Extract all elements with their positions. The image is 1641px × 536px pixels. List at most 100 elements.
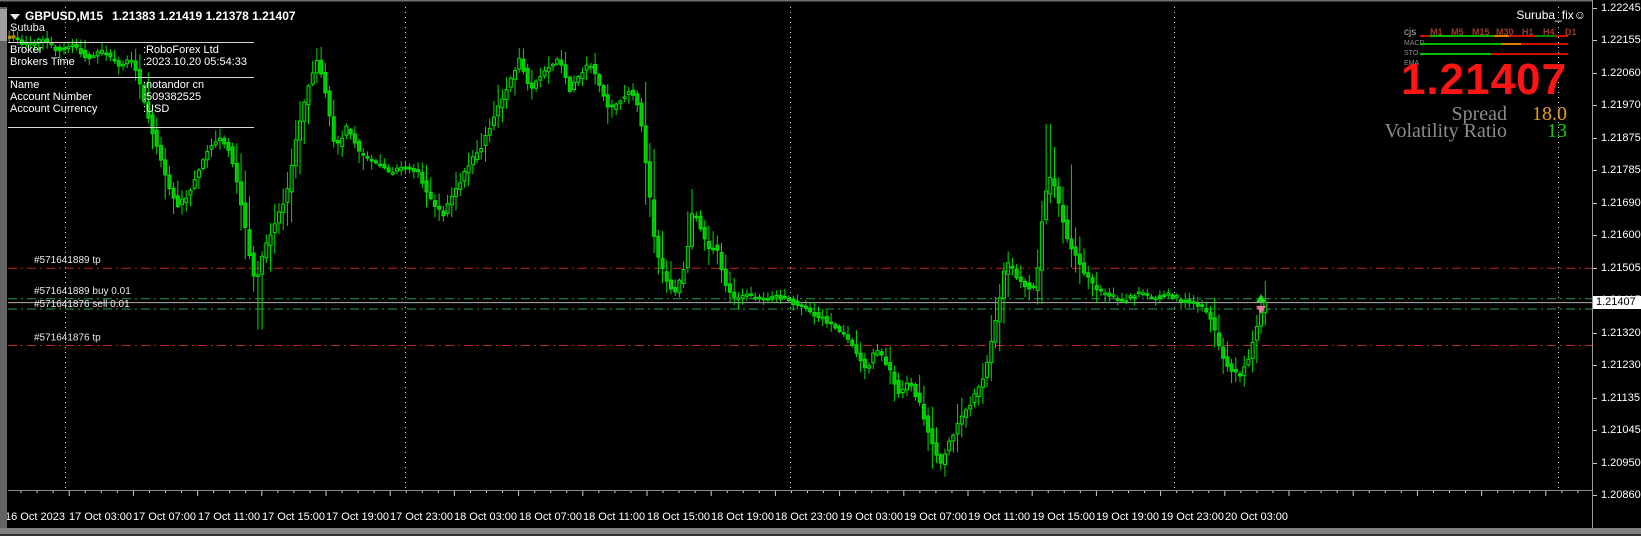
price-axis-tick	[1593, 8, 1597, 9]
panel-divider	[8, 77, 254, 78]
price-axis-tick	[1593, 73, 1597, 74]
time-axis-label: 17 Oct 03:00	[69, 511, 132, 523]
price-axis-label: 1.21320	[1601, 327, 1641, 339]
time-axis-label: 19 Oct 15:00	[1032, 511, 1095, 523]
signal-segment	[1535, 35, 1555, 37]
svg-text:#571641876 tp: #571641876 tp	[34, 333, 101, 344]
price-axis-label: 1.20860	[1601, 489, 1641, 501]
price-axis-label: 1.22245	[1601, 2, 1641, 14]
time-axis[interactable]: 16 Oct 2023 17 Oct 03:00 17 Oct 07:00 17 Oc…	[0, 490, 1592, 529]
price-axis-tick	[1593, 235, 1597, 236]
price-axis-label: 1.21875	[1601, 132, 1641, 144]
account-info-row: Account Currency :USD	[10, 103, 169, 115]
signal-segment	[1420, 35, 1431, 37]
price-axis-label: 1.21045	[1601, 424, 1641, 436]
price-chart[interactable]: #571641889 tp #571641889 buy 0.01 #5716418…	[8, 7, 1592, 529]
panel-divider	[8, 127, 254, 128]
svg-text:#571641889 buy 0.01: #571641889 buy 0.01	[34, 286, 131, 297]
signal-segment	[1520, 42, 1568, 45]
time-axis-label: 19 Oct 19:00	[1096, 511, 1159, 523]
time-axis-label: 18 Oct 03:00	[454, 511, 517, 523]
signal-segment	[1554, 35, 1568, 37]
chart-plot-area[interactable]: #571641889 tp #571641889 buy 0.01 #5716418…	[8, 7, 1592, 496]
price-axis-tick	[1593, 203, 1597, 204]
indicator-name-label: Sutuba	[10, 22, 45, 34]
account-info-label: Account Currency	[10, 103, 98, 115]
time-axis-label: 18 Oct 15:00	[647, 511, 710, 523]
price-axis-label: 1.22060	[1601, 67, 1641, 79]
time-axis-label: 17 Oct 11:00	[198, 511, 261, 523]
price-axis-label: 1.21600	[1601, 229, 1641, 241]
price-axis-tick	[1593, 333, 1597, 334]
window-left-edge	[0, 7, 7, 529]
time-axis-label: 16 Oct 2023	[5, 511, 65, 523]
price-axis-label: 1.20950	[1601, 457, 1641, 469]
time-axis-label: 19 Oct 03:00	[840, 511, 903, 523]
account-info-value: :RoboForex Ltd	[143, 44, 219, 56]
buy-arrow-icon	[1256, 294, 1266, 303]
time-axis-label: 19 Oct 07:00	[904, 511, 967, 523]
account-info-label: Brokers Time	[10, 56, 75, 68]
signal-segment	[1508, 35, 1536, 37]
account-info-row: Name :notandor cn	[10, 79, 204, 91]
svg-text:#571641876 sell 0.01: #571641876 sell 0.01	[34, 299, 130, 310]
matrix-row-macd: MACD	[1404, 40, 1580, 47]
time-axis-label: 18 Oct 11:00	[583, 511, 646, 523]
price-axis-label: 1.21230	[1601, 359, 1641, 371]
price-axis-tick	[1593, 365, 1597, 366]
chevron-down-icon[interactable]	[10, 13, 20, 20]
price-axis-tick	[1593, 398, 1597, 399]
signal-segment	[1430, 35, 1494, 37]
account-info-value: :2023.10.20 05:54:33	[143, 56, 247, 68]
account-info-row: Brokers Time :2023.10.20 05:54:33	[10, 56, 247, 68]
symbol-period-label: GBPUSD,M15	[25, 9, 104, 23]
chart-top-border	[0, 0, 1641, 1]
price-axis-tick	[1593, 170, 1597, 171]
mt4-chart-window: #571641889 tp #571641889 buy 0.01 #5716418…	[0, 0, 1641, 536]
volatility-row: Volatility Ratio 13	[1385, 120, 1567, 143]
time-axis-label: 17 Oct 19:00	[326, 511, 389, 523]
account-info-label: Broker	[10, 44, 43, 56]
price-axis-label: 1.21785	[1601, 164, 1641, 176]
time-axis-label: 17 Oct 07:00	[133, 511, 196, 523]
price-axis-tick	[1593, 40, 1597, 41]
price-axis[interactable]: 1.21407 1.22245 1.22155 1.22060 1.21970 1.21…	[1592, 0, 1641, 529]
account-info-row: Broker :RoboForex Ltd	[10, 44, 219, 56]
account-info-value: :USD	[143, 103, 170, 115]
account-info-label: Account Number	[10, 91, 92, 103]
price-axis-tick	[1593, 138, 1597, 139]
price-axis-tick	[1593, 430, 1597, 431]
time-axis-label: 18 Oct 23:00	[775, 511, 838, 523]
matrix-header-signal-bar	[1420, 35, 1568, 37]
price-axis-label: 1.21135	[1601, 392, 1640, 404]
scrollbar-thumb[interactable]	[0, 9, 7, 41]
account-info-row: Account Number :509382525	[10, 91, 201, 103]
chart-title: GBPUSD,M15 1.21383 1.21419 1.21378 1.2140…	[10, 9, 296, 23]
period-separators	[65, 7, 1559, 490]
ohlc-values: 1.21383 1.21419 1.21378 1.21407	[112, 9, 296, 23]
watermark-label: Suruba_fix☺	[1516, 8, 1586, 22]
account-info-label: Name	[10, 79, 40, 91]
svg-text:#571641889 tp: #571641889 tp	[34, 255, 101, 266]
volatility-label: Volatility Ratio	[1384, 120, 1507, 142]
price-axis-tick	[1593, 463, 1597, 464]
price-axis-tick	[1593, 495, 1597, 496]
account-info-value: :509382525	[143, 91, 202, 103]
big-price-readout: 1.21407	[1400, 55, 1567, 104]
price-axis-tick	[1593, 105, 1597, 106]
volatility-value: 13	[1547, 120, 1567, 142]
panel-divider	[8, 42, 254, 43]
time-axis-label: 19 Oct 23:00	[1161, 511, 1224, 523]
signal-segment	[1501, 42, 1521, 45]
price-axis-label: 1.21690	[1601, 197, 1641, 209]
account-info-value: :notandor cn	[143, 79, 205, 91]
matrix-row-label: MACD	[1404, 40, 1425, 47]
signal-segment	[1493, 35, 1509, 37]
time-axis-label: 20 Oct 03:00	[1225, 511, 1288, 523]
price-axis-tick	[1593, 268, 1597, 269]
time-axis-label: 19 Oct 11:00	[968, 511, 1031, 523]
time-axis-label: 18 Oct 07:00	[519, 511, 582, 523]
time-axis-label: 17 Oct 23:00	[390, 511, 453, 523]
signal-bar	[1420, 42, 1568, 45]
current-price-badge: 1.21407	[1593, 296, 1641, 309]
